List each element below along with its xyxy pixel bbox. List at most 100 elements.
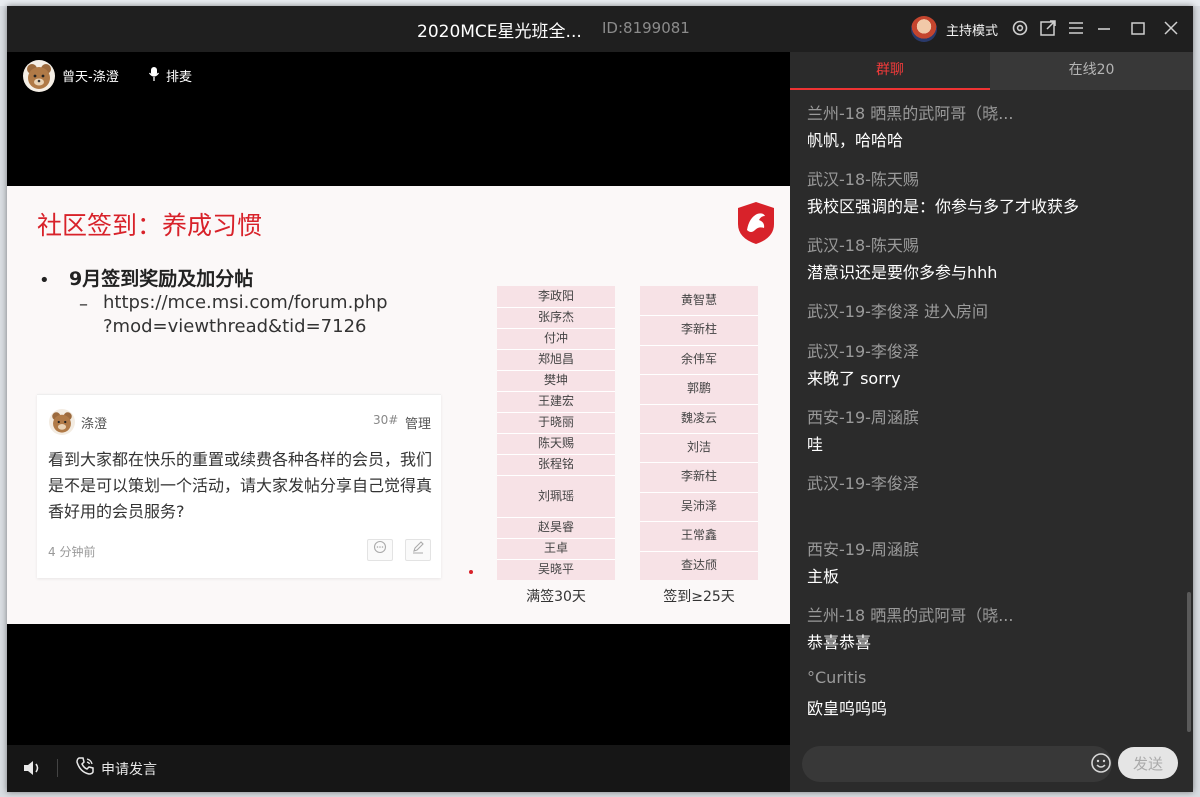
row-separator bbox=[497, 391, 615, 392]
checkin-name: 樊坤 bbox=[543, 373, 568, 387]
chat-message-text: 帆帆，哈哈哈 bbox=[807, 131, 904, 150]
chat-sender: 武汉-19-李俊泽 进入房间 bbox=[807, 302, 988, 321]
chat-scrollbar[interactable] bbox=[1187, 592, 1191, 732]
popout-icon[interactable] bbox=[1038, 19, 1058, 39]
row-separator bbox=[640, 492, 758, 493]
bullet-marker: • bbox=[39, 270, 50, 291]
chat-message-text: 潜意识还是要你多参与hhh bbox=[807, 263, 998, 282]
checkin-name: 郭鹏 bbox=[686, 381, 711, 395]
chat-sender: °Curitis bbox=[807, 668, 867, 687]
host-avatar[interactable] bbox=[911, 16, 937, 42]
window-title: 2020MCE星光班全... bbox=[417, 22, 582, 42]
row-separator bbox=[497, 538, 615, 539]
row-separator bbox=[497, 412, 615, 413]
checkin-name: 王建宏 bbox=[537, 394, 574, 408]
chat-sender: 西安-19-周涵膑 bbox=[807, 408, 919, 427]
row-separator bbox=[497, 349, 615, 350]
checkin-name: 查达颀 bbox=[680, 558, 717, 572]
checkin-name: 李政阳 bbox=[537, 289, 574, 303]
toolbar-divider bbox=[57, 759, 58, 777]
row-separator bbox=[640, 374, 758, 375]
chat-input[interactable] bbox=[802, 746, 1112, 782]
chat-message-text: 我校区强调的是：你参与多了才收获多 bbox=[807, 197, 1080, 216]
checkin-name: 王卓 bbox=[543, 541, 568, 555]
tab-group-chat[interactable]: 群聊 bbox=[790, 52, 990, 90]
checkin-name: 张序杰 bbox=[537, 310, 574, 324]
volume-icon[interactable] bbox=[21, 757, 43, 779]
forum-post-card: 涤澄 30# 管理 看到大家都在快乐的重置或续费各种各样的会员，我们是不是可以策… bbox=[37, 394, 441, 578]
checkin-name: 陈天赐 bbox=[537, 436, 574, 450]
post-body: 看到大家都在快乐的重置或续费各种各样的会员，我们是不是可以策划一个活动，请大家发… bbox=[48, 450, 433, 521]
row-separator bbox=[640, 315, 758, 316]
checkin-name: 李新柱 bbox=[680, 469, 717, 483]
host-mode-label[interactable]: 主持模式 bbox=[946, 20, 998, 39]
post-time: 4 分钟前 bbox=[48, 545, 96, 559]
laser-pointer-dot bbox=[469, 570, 473, 574]
row-separator bbox=[640, 462, 758, 463]
settings-icon[interactable] bbox=[1010, 19, 1030, 39]
row-separator bbox=[497, 475, 615, 476]
checkin-name: 李新柱 bbox=[680, 322, 717, 336]
row-separator bbox=[497, 433, 615, 434]
tab-online-users[interactable]: 在线20 bbox=[990, 52, 1193, 90]
presenter-name: 曾天-涤澄 bbox=[62, 70, 119, 85]
row-separator bbox=[640, 345, 758, 346]
video-stage: 曾天-涤澄 排麦 社区签到：养成习惯 • 9月签到奖励及加分帖 – https:… bbox=[7, 52, 790, 745]
chat-panel: 群聊 在线20 兰州-18 晒黑的武阿哥（晓... 帆帆，哈哈哈 武汉-18-陈天赐… bbox=[790, 52, 1193, 792]
row-separator bbox=[640, 404, 758, 405]
queue-mic-label[interactable]: 排麦 bbox=[166, 66, 192, 85]
shared-slide: 社区签到：养成习惯 • 9月签到奖励及加分帖 – https://mce.msi… bbox=[7, 186, 790, 624]
sub-bullet-marker: – bbox=[79, 294, 88, 315]
menu-icon[interactable] bbox=[1066, 19, 1086, 39]
checkin-name: 刘洁 bbox=[686, 440, 711, 454]
row-separator bbox=[497, 517, 615, 518]
forum-link-line2: ?mod=viewthread&tid=7126 bbox=[103, 316, 367, 337]
emoji-icon[interactable] bbox=[1090, 752, 1112, 774]
apply-to-speak-button[interactable]: 申请发言 bbox=[101, 759, 157, 779]
chat-sender: 兰州-18 晒黑的武阿哥（晓... bbox=[807, 104, 1014, 123]
row-separator bbox=[497, 559, 615, 560]
post-manage-link: 管理 bbox=[405, 417, 432, 432]
chat-message-list[interactable]: 兰州-18 晒黑的武阿哥（晓... 帆帆，哈哈哈 武汉-18-陈天赐 我校区强调的是：… bbox=[790, 90, 1193, 740]
full-checkin-caption: 满签30天 bbox=[526, 589, 586, 605]
row-separator bbox=[640, 521, 758, 522]
presenter-avatar[interactable] bbox=[23, 60, 55, 92]
checkin-name: 魏凌云 bbox=[680, 411, 717, 425]
row-separator bbox=[640, 433, 758, 434]
maximize-icon[interactable] bbox=[1128, 19, 1148, 39]
row-separator bbox=[497, 307, 615, 308]
post-floor: 30# bbox=[373, 413, 399, 427]
chat-message-text: 欧皇呜呜呜 bbox=[807, 699, 888, 718]
full-checkin-list: 李政阳 张序杰 付冲 郑旭昌 樊坤 王建宏 于晓丽 陈天赐 张程铭 刘珮瑶 赵昊睿 王卓 吴晓平 bbox=[497, 286, 615, 580]
checkin-25-list: 黄智慧 李新柱 余伟军 郭鹏 魏凌云 刘洁 李新柱 吴沛泽 王常鑫 查达颀 bbox=[640, 286, 758, 580]
checkin-name: 余伟军 bbox=[680, 352, 717, 366]
minimize-icon[interactable] bbox=[1094, 19, 1114, 39]
chat-message-text: 哇 bbox=[807, 435, 824, 454]
close-icon[interactable] bbox=[1161, 19, 1181, 39]
msi-logo bbox=[738, 202, 774, 244]
chat-message-text: 主板 bbox=[807, 567, 840, 586]
chat-sender: 西安-19-周涵膑 bbox=[807, 540, 919, 559]
room-id: ID:8199081 bbox=[602, 19, 690, 37]
chat-message-text: 恭喜恭喜 bbox=[807, 633, 872, 652]
edit-icon bbox=[405, 539, 431, 561]
row-separator bbox=[497, 370, 615, 371]
forum-link-line1: https://mce.msi.com/forum.php bbox=[103, 292, 388, 313]
checkin-name: 于晓丽 bbox=[537, 415, 574, 429]
phone-icon[interactable] bbox=[75, 756, 97, 778]
chat-sender: 兰州-18 晒黑的武阿哥（晓... bbox=[807, 606, 1014, 625]
checkin-name: 赵昊睿 bbox=[537, 520, 574, 534]
checkin-name: 付冲 bbox=[543, 331, 568, 345]
checkin-25-caption: 签到≥25天 bbox=[663, 589, 735, 605]
post-author-avatar bbox=[49, 409, 75, 435]
bottom-toolbar: 申请发言 bbox=[7, 745, 790, 792]
chat-sender: 武汉-19-李俊泽 bbox=[807, 342, 919, 361]
checkin-name: 郑旭昌 bbox=[537, 352, 574, 366]
live-room-window: 2020MCE星光班全... ID:8199081 主持模式 曾天-涤澄 排麦 … bbox=[7, 6, 1193, 792]
checkin-name: 王常鑫 bbox=[680, 528, 717, 542]
send-button[interactable]: 发送 bbox=[1118, 747, 1178, 779]
microphone-icon[interactable] bbox=[148, 66, 160, 86]
chat-sender: 武汉-18-陈天赐 bbox=[807, 236, 919, 255]
chat-sender: 武汉-18-陈天赐 bbox=[807, 170, 919, 189]
row-separator bbox=[640, 551, 758, 552]
